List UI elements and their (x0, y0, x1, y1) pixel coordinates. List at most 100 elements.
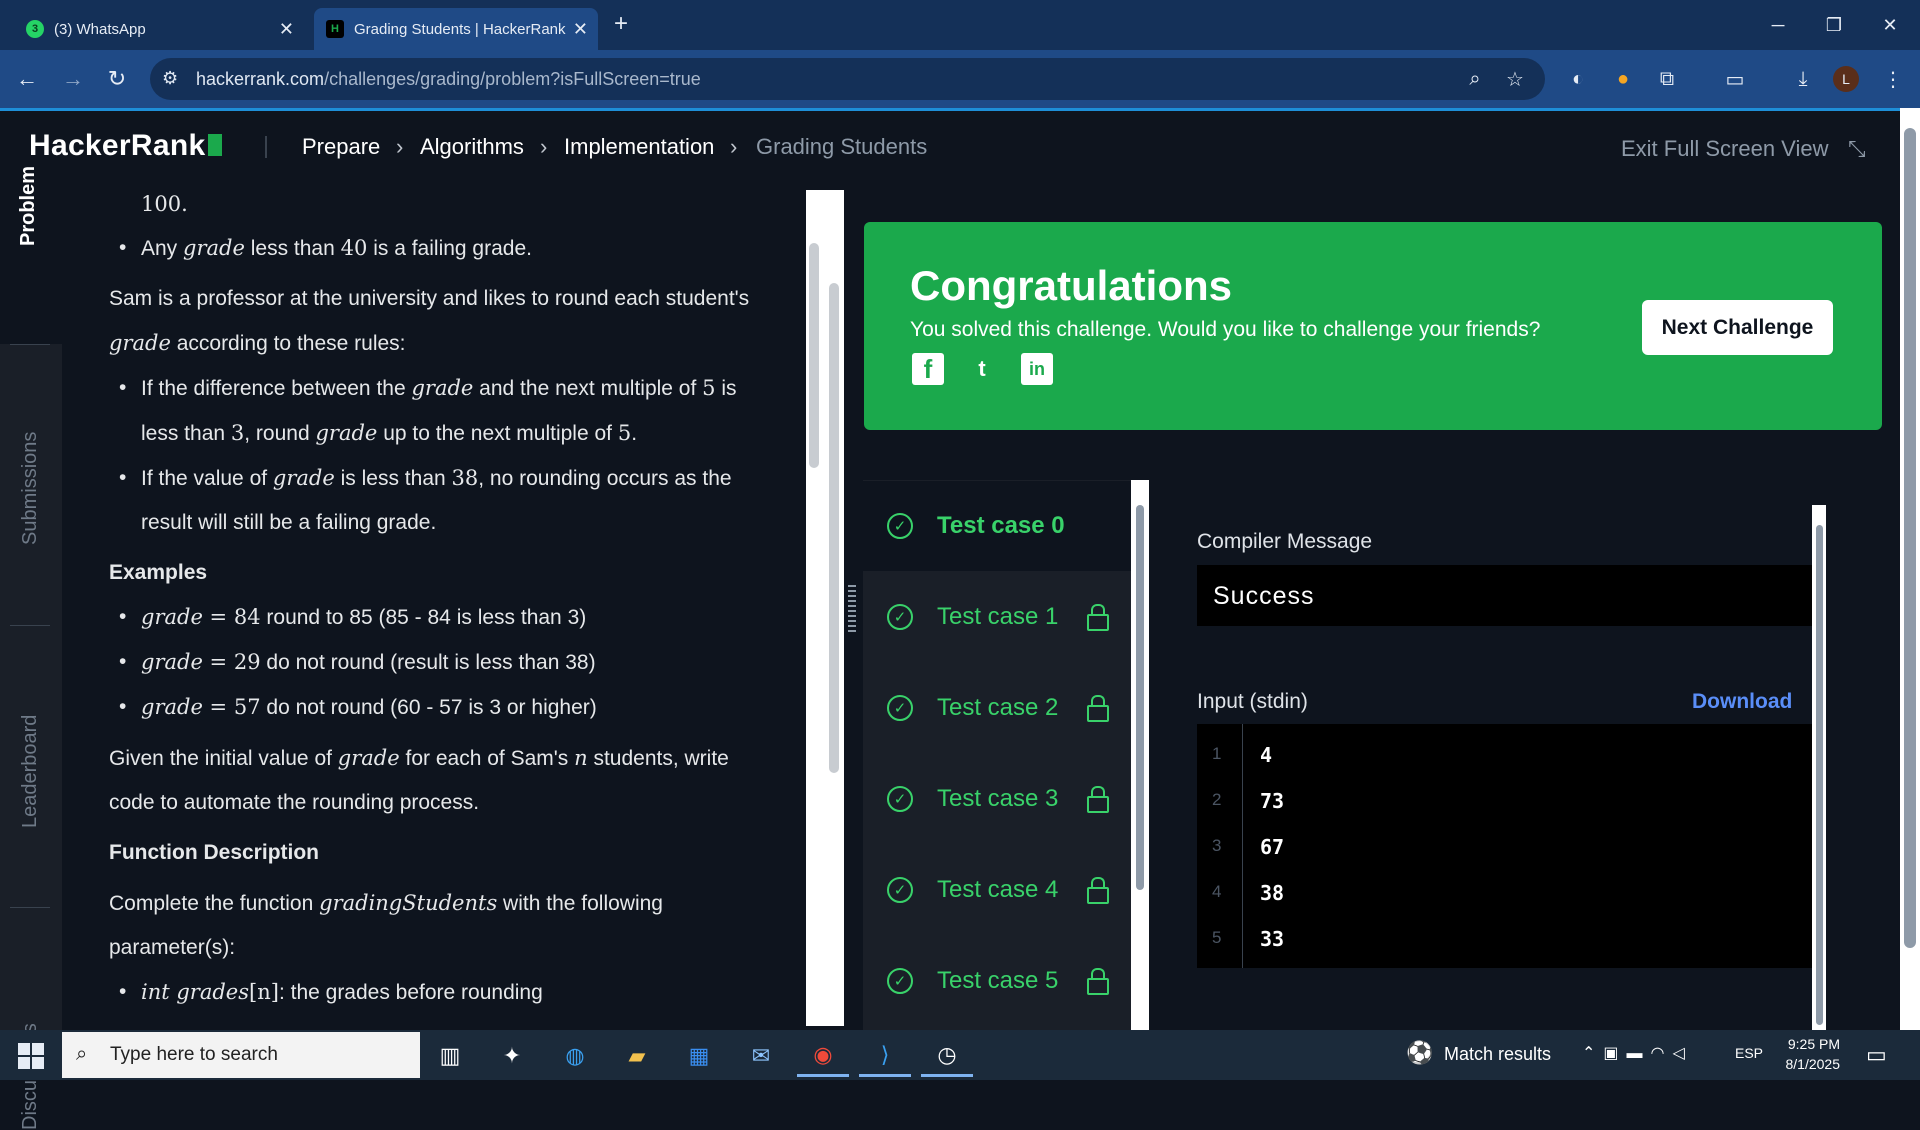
extension-orange-icon[interactable]: ● (1608, 64, 1638, 94)
breadcrumb-implementation[interactable]: Implementation (564, 134, 714, 160)
bookmark-star-icon[interactable]: ☆ (1500, 64, 1530, 94)
math-num: 84 (233, 605, 261, 629)
hackerrank-logo[interactable]: HackerRank (29, 129, 223, 163)
facebook-icon[interactable]: f (912, 353, 944, 385)
exit-fullscreen-link[interactable]: Exit Full Screen View (1621, 136, 1828, 162)
testcase-label: Test case 1 (937, 603, 1059, 630)
text: . (631, 422, 638, 445)
file-explorer-icon[interactable]: ▰ (611, 1035, 663, 1077)
clock-app-icon[interactable]: ◷ (921, 1035, 973, 1077)
cast-icon[interactable]: ▭ (1720, 64, 1750, 94)
system-clock[interactable]: 9:25 PM 8/1/2025 (1778, 1034, 1841, 1074)
store-icon[interactable]: ▦ (673, 1035, 725, 1077)
math-num: 38 (451, 466, 479, 490)
task-view-icon[interactable]: ▥ (424, 1035, 476, 1077)
close-icon[interactable]: ✕ (573, 19, 588, 40)
breadcrumb-current: Grading Students (756, 134, 928, 159)
download-link[interactable]: Download (1692, 690, 1792, 714)
lock-icon (1087, 695, 1109, 722)
testcase-item-0[interactable]: ✓ Test case 0 (863, 481, 1131, 571)
lock-icon (1087, 604, 1109, 631)
check-circle-icon: ✓ (887, 968, 913, 994)
text: up to the next multiple of (377, 422, 618, 445)
match-results-icon[interactable]: ⚽ (1406, 1040, 1436, 1070)
list-item: If the difference between the grade and … (109, 366, 769, 456)
keyboard-language[interactable]: ESP (1735, 1045, 1763, 1061)
site-info-icon[interactable]: ⚙ (162, 68, 178, 89)
chrome-icon[interactable]: ◉ (797, 1035, 849, 1077)
zoom-icon[interactable]: ⌕ (1460, 64, 1490, 94)
page-scrollbar-thumb[interactable] (1904, 128, 1916, 948)
check-circle-icon: ✓ (887, 604, 913, 630)
testcase-item-2[interactable]: ✓ Test case 2 (863, 663, 1131, 753)
examples-heading: Examples (109, 561, 208, 584)
resize-handle-icon[interactable] (848, 585, 856, 635)
output-scrollbar-thumb[interactable] (1816, 525, 1823, 1025)
nav-tab-problem[interactable]: Problem (17, 166, 40, 246)
tab-whatsapp[interactable]: 3 (3) WhatsApp ✕ (14, 8, 304, 50)
windows-start-icon[interactable] (18, 1043, 44, 1069)
menu-kebab-icon[interactable]: ⋮ (1878, 64, 1908, 94)
whatsapp-icon: 3 (26, 20, 44, 38)
minimize-icon[interactable]: ─ (1750, 0, 1806, 50)
testcase-item-4[interactable]: ✓ Test case 4 (863, 845, 1131, 935)
math-op: = (202, 605, 234, 629)
text: is less than (334, 467, 452, 490)
back-icon[interactable]: ← (10, 62, 44, 96)
breadcrumb-prepare[interactable]: Prepare (302, 134, 380, 160)
download-icon[interactable]: ⤓ (1788, 64, 1818, 94)
lock-icon (1087, 877, 1109, 904)
clock-time: 9:25 PM (1787, 1036, 1840, 1052)
check-circle-icon: ✓ (887, 513, 913, 539)
url-text[interactable]: hackerrank.com/challenges/grading/proble… (196, 69, 701, 90)
profile-avatar[interactable]: L (1833, 66, 1859, 92)
new-tab-button[interactable]: + (614, 10, 628, 38)
copilot-icon[interactable]: ✦ (486, 1035, 538, 1077)
math-num: 40 (340, 236, 368, 260)
close-window-icon[interactable]: ✕ (1862, 0, 1918, 50)
math-num: 29 (233, 650, 261, 674)
chevron-right-icon: › (540, 134, 548, 159)
breadcrumb-algorithms[interactable]: Algorithms (420, 134, 524, 160)
congrats-subtitle: You solved this challenge. Would you lik… (910, 318, 1541, 341)
notification-icon[interactable]: ▭ (1866, 1042, 1887, 1068)
twitter-icon[interactable]: t (966, 353, 998, 385)
testcase-item-3[interactable]: ✓ Test case 3 (863, 754, 1131, 844)
problem-paragraph: Given the initial value of grade for eac… (109, 736, 769, 825)
nav-tab-submissions[interactable]: Submissions (19, 432, 42, 545)
check-circle-icon: ✓ (887, 695, 913, 721)
example-item: grade = 29 do not round (result is less … (109, 640, 769, 685)
problem-paragraph: Complete the function gradingStudents wi… (109, 881, 769, 970)
extension-grey-icon[interactable]: ◐ (1563, 64, 1593, 94)
match-results[interactable]: Match results (1444, 1044, 1551, 1065)
testcase-item-5[interactable]: ✓ Test case 5 (863, 936, 1131, 1026)
function-description-heading: Function Description (109, 841, 319, 864)
forward-icon[interactable]: → (56, 62, 90, 96)
stdin-line: 67 (1260, 835, 1285, 859)
reload-icon[interactable]: ↻ (100, 62, 134, 96)
list-item: Any grade less than 40 is a failing grad… (109, 226, 769, 271)
input-label: Input (stdin) (1197, 690, 1308, 713)
tab-hackerrank[interactable]: H Grading Students | HackerRank ✕ (314, 8, 598, 50)
next-challenge-button[interactable]: Next Challenge (1642, 300, 1833, 355)
collapse-icon[interactable]: ⤡ (1848, 136, 1866, 162)
problem-scrollbar-thumb[interactable] (829, 283, 839, 773)
example-item: grade = 57 do not round (60 - 57 is 3 or… (109, 685, 769, 730)
close-icon[interactable]: ✕ (279, 19, 294, 40)
list-item: If the value of grade is less than 38, n… (109, 456, 769, 545)
testcase-scrollbar-thumb[interactable] (1136, 505, 1144, 890)
problem-scrollbar-thumb[interactable] (809, 243, 819, 468)
search-placeholder: Type here to search (110, 1044, 278, 1065)
text: according to these rules: (170, 332, 406, 355)
edge-icon[interactable]: ◍ (549, 1035, 601, 1077)
testcase-item-1[interactable]: ✓ Test case 1 (863, 572, 1131, 662)
system-tray-icons[interactable]: ⌃▣▬◠◁ (1582, 1043, 1693, 1063)
math-var: grade (141, 695, 203, 719)
vscode-icon[interactable]: ⟩ (859, 1035, 911, 1077)
nav-tab-leaderboard[interactable]: Leaderboard (19, 715, 42, 828)
problem-paragraph: Sam is a professor at the university and… (109, 277, 769, 366)
extensions-puzzle-icon[interactable]: ⧉ (1652, 64, 1682, 94)
mail-icon[interactable]: ✉ (735, 1035, 787, 1077)
restore-icon[interactable]: ❐ (1806, 0, 1862, 50)
linkedin-icon[interactable]: in (1021, 353, 1053, 385)
